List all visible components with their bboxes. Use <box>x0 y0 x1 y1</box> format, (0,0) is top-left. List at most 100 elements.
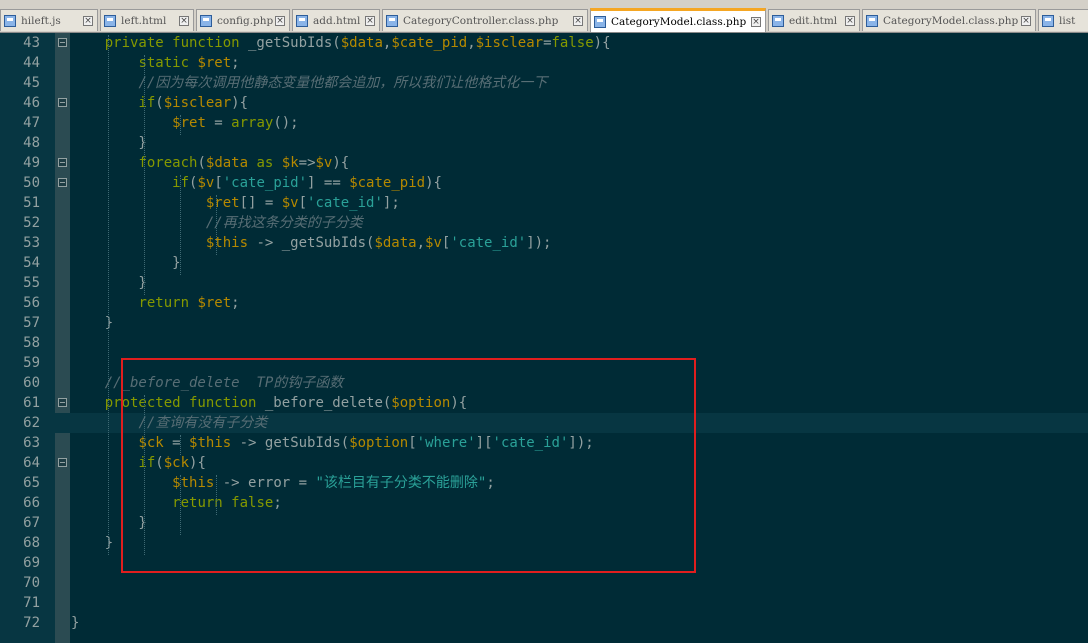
code-line[interactable]: 55 } <box>0 273 1088 293</box>
code-token: } <box>71 315 114 331</box>
tab-4[interactable]: add.html × <box>292 9 380 31</box>
line-number: 60 <box>23 375 40 391</box>
code-token: ]; <box>382 195 400 211</box>
code-text: } <box>71 313 113 333</box>
code-token: [ <box>214 175 223 191</box>
line-number: 45 <box>23 75 40 91</box>
code-text: private function _getSubIds($data,$cate_… <box>71 33 611 53</box>
code-token: $v <box>197 175 215 191</box>
fold-toggle-icon[interactable] <box>58 98 67 107</box>
tab-8[interactable]: CategoryModel.class.php × <box>862 9 1036 31</box>
close-tab-icon[interactable]: × <box>573 15 583 26</box>
line-number: 63 <box>23 435 40 451</box>
line-number: 51 <box>23 195 40 211</box>
fold-toggle-icon[interactable] <box>58 178 67 187</box>
code-token: ]); <box>568 435 594 451</box>
code-line[interactable]: 57 } <box>0 313 1088 333</box>
code-token: $isclear <box>475 35 544 51</box>
indent-guide <box>108 35 109 555</box>
line-number: 61 <box>23 395 40 411</box>
code-line[interactable]: 72} <box>0 613 1088 633</box>
code-line[interactable]: 54 } <box>0 253 1088 273</box>
code-token: -> _getSubIds( <box>248 235 375 251</box>
code-token: foreach <box>138 155 198 171</box>
close-tab-icon[interactable]: × <box>751 17 761 27</box>
code-line[interactable]: 71 <box>0 593 1088 613</box>
code-token: , <box>467 35 476 51</box>
code-token: $ret <box>197 295 232 311</box>
code-line[interactable]: 69 <box>0 553 1088 573</box>
code-token: $data <box>374 235 417 251</box>
line-number: 69 <box>23 555 40 571</box>
code-token: } <box>71 615 80 631</box>
code-line[interactable]: 64 if($ck){ <box>0 453 1088 473</box>
tab-7[interactable]: edit.html × <box>768 9 860 31</box>
fold-toggle-icon[interactable] <box>58 458 67 467</box>
code-token: if <box>138 95 156 111</box>
tab-6[interactable]: CategoryModel.class.php × <box>590 8 766 32</box>
code-line[interactable]: 47 $ret = array(); <box>0 113 1088 133</box>
code-token: $ret <box>172 115 206 131</box>
tab-label: config.php <box>217 14 273 27</box>
code-line[interactable]: 56 return $ret; <box>0 293 1088 313</box>
code-line[interactable]: 53 $this -> _getSubIds($data,$v['cate_id… <box>0 233 1088 253</box>
code-token: 'cate_id' <box>492 435 569 451</box>
tab-2[interactable]: left.html × <box>100 9 194 31</box>
close-tab-icon[interactable]: × <box>275 15 285 26</box>
close-tab-icon[interactable]: × <box>845 15 855 26</box>
code-line[interactable]: 45 //因为每次调用他静态变量他都会追加，所以我们让他格式化一下 <box>0 73 1088 93</box>
line-number: 55 <box>23 275 40 291</box>
code-token: private function <box>104 35 240 51</box>
tab-9[interactable]: list <box>1038 9 1088 31</box>
code-line[interactable]: 67 } <box>0 513 1088 533</box>
code-line[interactable]: 51 $ret[] = $v['cate_id']; <box>0 193 1088 213</box>
code-token: ){ <box>189 455 206 471</box>
code-line[interactable]: 66 return false; <box>0 493 1088 513</box>
code-line[interactable]: 61 protected function _before_delete($op… <box>0 393 1088 413</box>
line-number: 65 <box>23 475 40 491</box>
fold-toggle-icon[interactable] <box>58 398 67 407</box>
code-line[interactable]: 70 <box>0 573 1088 593</box>
code-token: ){ <box>425 175 442 191</box>
code-token: = <box>543 35 552 51</box>
code-line[interactable]: 62 //查询有没有子分类 <box>0 413 1088 433</box>
file-icon <box>594 16 606 28</box>
fold-toggle-icon[interactable] <box>58 158 67 167</box>
line-number: 56 <box>23 295 40 311</box>
code-line[interactable]: 50 if($v['cate_pid'] == $cate_pid){ <box>0 173 1088 193</box>
code-line[interactable]: 46 if($isclear){ <box>0 93 1088 113</box>
code-line[interactable]: 65 $this -> error = "该栏目有子分类不能删除"; <box>0 473 1088 493</box>
code-line[interactable]: 58 <box>0 333 1088 353</box>
code-token: ){ <box>231 95 249 111</box>
code-line[interactable]: 49 foreach($data as $k=>$v){ <box>0 153 1088 173</box>
close-tab-icon[interactable]: × <box>1021 15 1031 26</box>
code-editor[interactable]: 43 private function _getSubIds($data,$ca… <box>0 33 1088 643</box>
line-number: 49 <box>23 155 40 171</box>
code-token: protected function <box>104 395 257 411</box>
tab-3[interactable]: config.php × <box>196 9 290 31</box>
indent-guide <box>144 55 145 295</box>
code-text: return false; <box>71 493 282 513</box>
close-tab-icon[interactable]: × <box>179 15 189 26</box>
close-tab-icon[interactable]: × <box>83 15 93 26</box>
code-line[interactable]: 63 $ck = $this -> getSubIds($option['whe… <box>0 433 1088 453</box>
code-token: ){ <box>450 395 468 411</box>
code-line[interactable]: 52 //再找这条分类的子分类 <box>0 213 1088 233</box>
fold-toggle-icon[interactable] <box>58 38 67 47</box>
code-token: $v <box>425 235 442 251</box>
code-line[interactable]: 44 static $ret; <box>0 53 1088 73</box>
line-number: 43 <box>23 35 40 51</box>
code-line[interactable]: 48 } <box>0 133 1088 153</box>
code-line[interactable]: 60 //_before_delete TP的钩子函数 <box>0 373 1088 393</box>
code-token: $v <box>281 195 299 211</box>
code-token: [ <box>408 435 417 451</box>
tab-5[interactable]: CategoryController.class.php × <box>382 9 588 31</box>
code-line[interactable]: 68 } <box>0 533 1088 553</box>
code-token: false <box>551 35 594 51</box>
code-line[interactable]: 59 <box>0 353 1088 373</box>
close-tab-icon[interactable]: × <box>365 15 375 26</box>
tab-1[interactable]: hileft.js × <box>0 9 98 31</box>
code-line[interactable]: 43 private function _getSubIds($data,$ca… <box>0 33 1088 53</box>
